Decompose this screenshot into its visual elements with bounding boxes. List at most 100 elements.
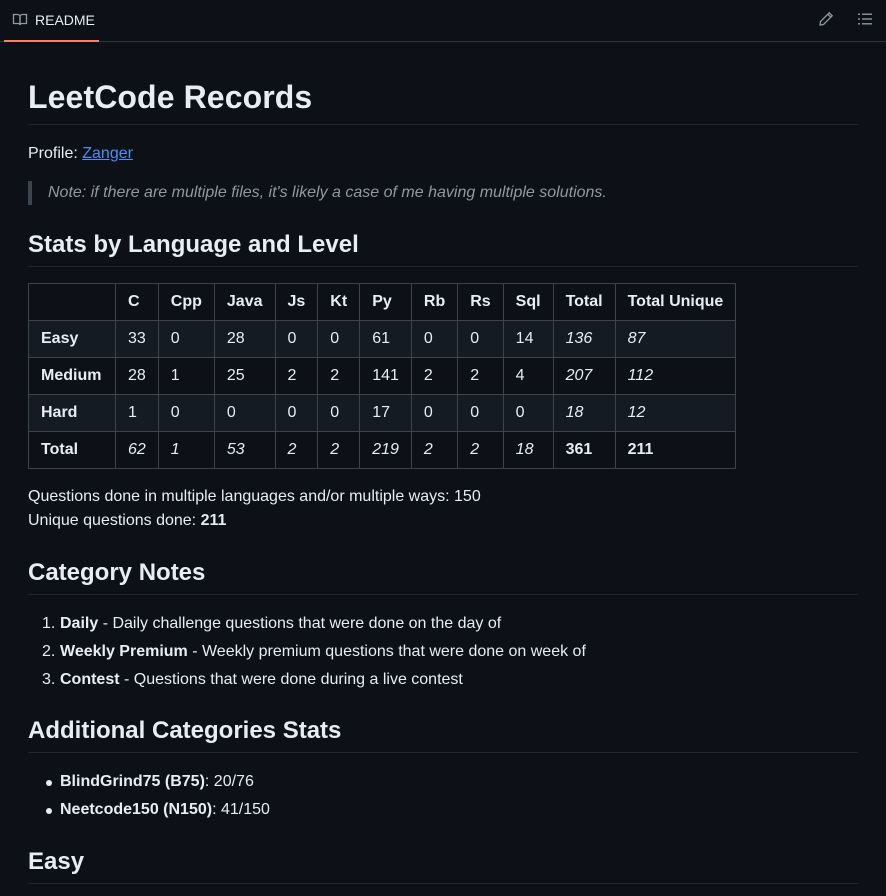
stat-value: : 41/150 (212, 801, 270, 818)
stat-name: Neetcode150 (N150) (60, 801, 213, 818)
additional-stats-list: BlindGrind75 (B75): 20/76 Neetcode150 (N… (28, 770, 270, 826)
category-name: Contest (60, 671, 120, 688)
table-cell: 0 (457, 320, 504, 358)
row-label: Total (28, 431, 116, 469)
table-cell: 0 (410, 320, 459, 358)
tab-label: README (35, 12, 95, 28)
heading-category-notes: Category Notes (28, 558, 858, 595)
table-cell: 2 (317, 431, 361, 469)
bullet-icon (46, 808, 52, 814)
category-name: Weekly Premium (60, 643, 188, 660)
list-number: 3. (42, 671, 56, 688)
category-name: Daily (60, 615, 99, 632)
table-header: Cpp (157, 283, 215, 321)
unique-label: Unique questions done: (28, 512, 201, 529)
heading-additional-stats: Additional Categories Stats (28, 716, 858, 753)
table-row: Medium 28 1 25 2 2 141 2 2 4 207 112 (28, 357, 737, 395)
table-cell: 0 (157, 394, 215, 432)
table-cell: 0 (213, 394, 276, 432)
table-cell: 0 (274, 320, 319, 358)
table-cell: 0 (410, 394, 459, 432)
list-icon[interactable] (855, 9, 875, 29)
list-item: BlindGrind75 (B75): 20/76 (28, 770, 270, 798)
table-row: Total 62 1 53 2 2 219 2 2 18 361 211 (28, 431, 737, 469)
table-header: Py (359, 283, 412, 321)
list-number: 2. (42, 643, 56, 660)
table-cell: 219 (359, 431, 412, 469)
table-cell: 2 (274, 431, 319, 469)
table-cell: 0 (274, 394, 319, 432)
table-cell-unique: 12 (614, 394, 737, 432)
table-cell: 0 (317, 394, 361, 432)
table-cell: 0 (457, 394, 504, 432)
unique-value: 211 (200, 512, 227, 529)
row-label: Hard (28, 394, 116, 432)
table-cell: 53 (213, 431, 276, 469)
table-cell-unique: 211 (614, 431, 737, 469)
page-title: LeetCode Records (28, 78, 858, 125)
table-cell: 14 (502, 320, 554, 358)
profile-link[interactable]: Zanger (82, 145, 133, 162)
table-cell: 4 (502, 357, 554, 395)
profile-label: Profile: (28, 145, 83, 162)
category-desc: - Daily challenge questions that were do… (98, 615, 502, 632)
table-cell: 1 (115, 394, 159, 432)
category-desc: - Weekly premium questions that were don… (187, 643, 586, 660)
category-list: 1. Daily - Daily challenge questions that… (28, 612, 586, 696)
heading-stats: Stats by Language and Level (28, 230, 858, 267)
table-cell: 1 (157, 357, 215, 395)
table-cell: 17 (359, 394, 412, 432)
table-row: Hard 1 0 0 0 0 17 0 0 0 18 12 (28, 394, 737, 432)
tab-readme[interactable]: README (4, 0, 99, 42)
table-row: Easy 33 0 28 0 0 61 0 0 14 136 87 (28, 320, 737, 358)
table-cell-unique: 87 (614, 320, 737, 358)
table-header-row: C Cpp Java Js Kt Py Rb Rs Sql Total Tota… (28, 283, 737, 321)
table-cell: 2 (317, 357, 361, 395)
note-blockquote: Note: if there are multiple files, it's … (28, 181, 858, 205)
table-header: Rb (410, 283, 459, 321)
table-header: Total (552, 283, 616, 321)
table-cell: 1 (157, 431, 215, 469)
table-cell-total: 207 (552, 357, 616, 395)
pencil-icon[interactable] (816, 9, 836, 29)
stats-table: C Cpp Java Js Kt Py Rb Rs Sql Total Tota… (28, 283, 737, 469)
row-label: Medium (28, 357, 116, 395)
multi-language-count: Questions done in multiple languages and… (28, 488, 481, 505)
table-header: Java (213, 283, 276, 321)
table-cell: 2 (457, 431, 504, 469)
table-cell: 2 (457, 357, 504, 395)
table-cell: 28 (115, 357, 159, 395)
unique-count: Unique questions done: 211 (28, 509, 226, 533)
table-header: Sql (502, 283, 554, 321)
bullet-icon (46, 780, 52, 786)
stat-value: : 20/76 (204, 773, 254, 790)
table-cell: 0 (317, 320, 361, 358)
table-header: Kt (317, 283, 361, 321)
table-cell: 2 (410, 431, 459, 469)
table-header (28, 283, 116, 321)
table-cell-total: 18 (552, 394, 616, 432)
table-header: Rs (457, 283, 504, 321)
table-cell-total: 361 (552, 431, 616, 469)
table-cell: 61 (359, 320, 412, 358)
table-header: Js (274, 283, 319, 321)
table-cell: 141 (359, 357, 412, 395)
table-cell: 0 (502, 394, 554, 432)
table-cell: 62 (115, 431, 159, 469)
table-cell-total: 136 (552, 320, 616, 358)
table-cell: 2 (274, 357, 319, 395)
table-cell: 28 (213, 320, 276, 358)
heading-easy: Easy (28, 847, 858, 884)
profile-line: Profile: Zanger (28, 144, 133, 164)
table-cell: 0 (157, 320, 215, 358)
category-desc: - Questions that were done during a live… (119, 671, 463, 688)
row-label: Easy (28, 320, 116, 358)
list-item: 3. Contest - Questions that were done dur… (28, 668, 586, 696)
table-header: Total Unique (614, 283, 737, 321)
stat-name: BlindGrind75 (B75) (60, 773, 205, 790)
list-number: 1. (42, 615, 56, 632)
table-cell: 2 (410, 357, 459, 395)
table-header: C (115, 283, 159, 321)
readme-header: README (0, 0, 886, 42)
list-item: 2. Weekly Premium - Weekly premium questi… (28, 640, 586, 668)
